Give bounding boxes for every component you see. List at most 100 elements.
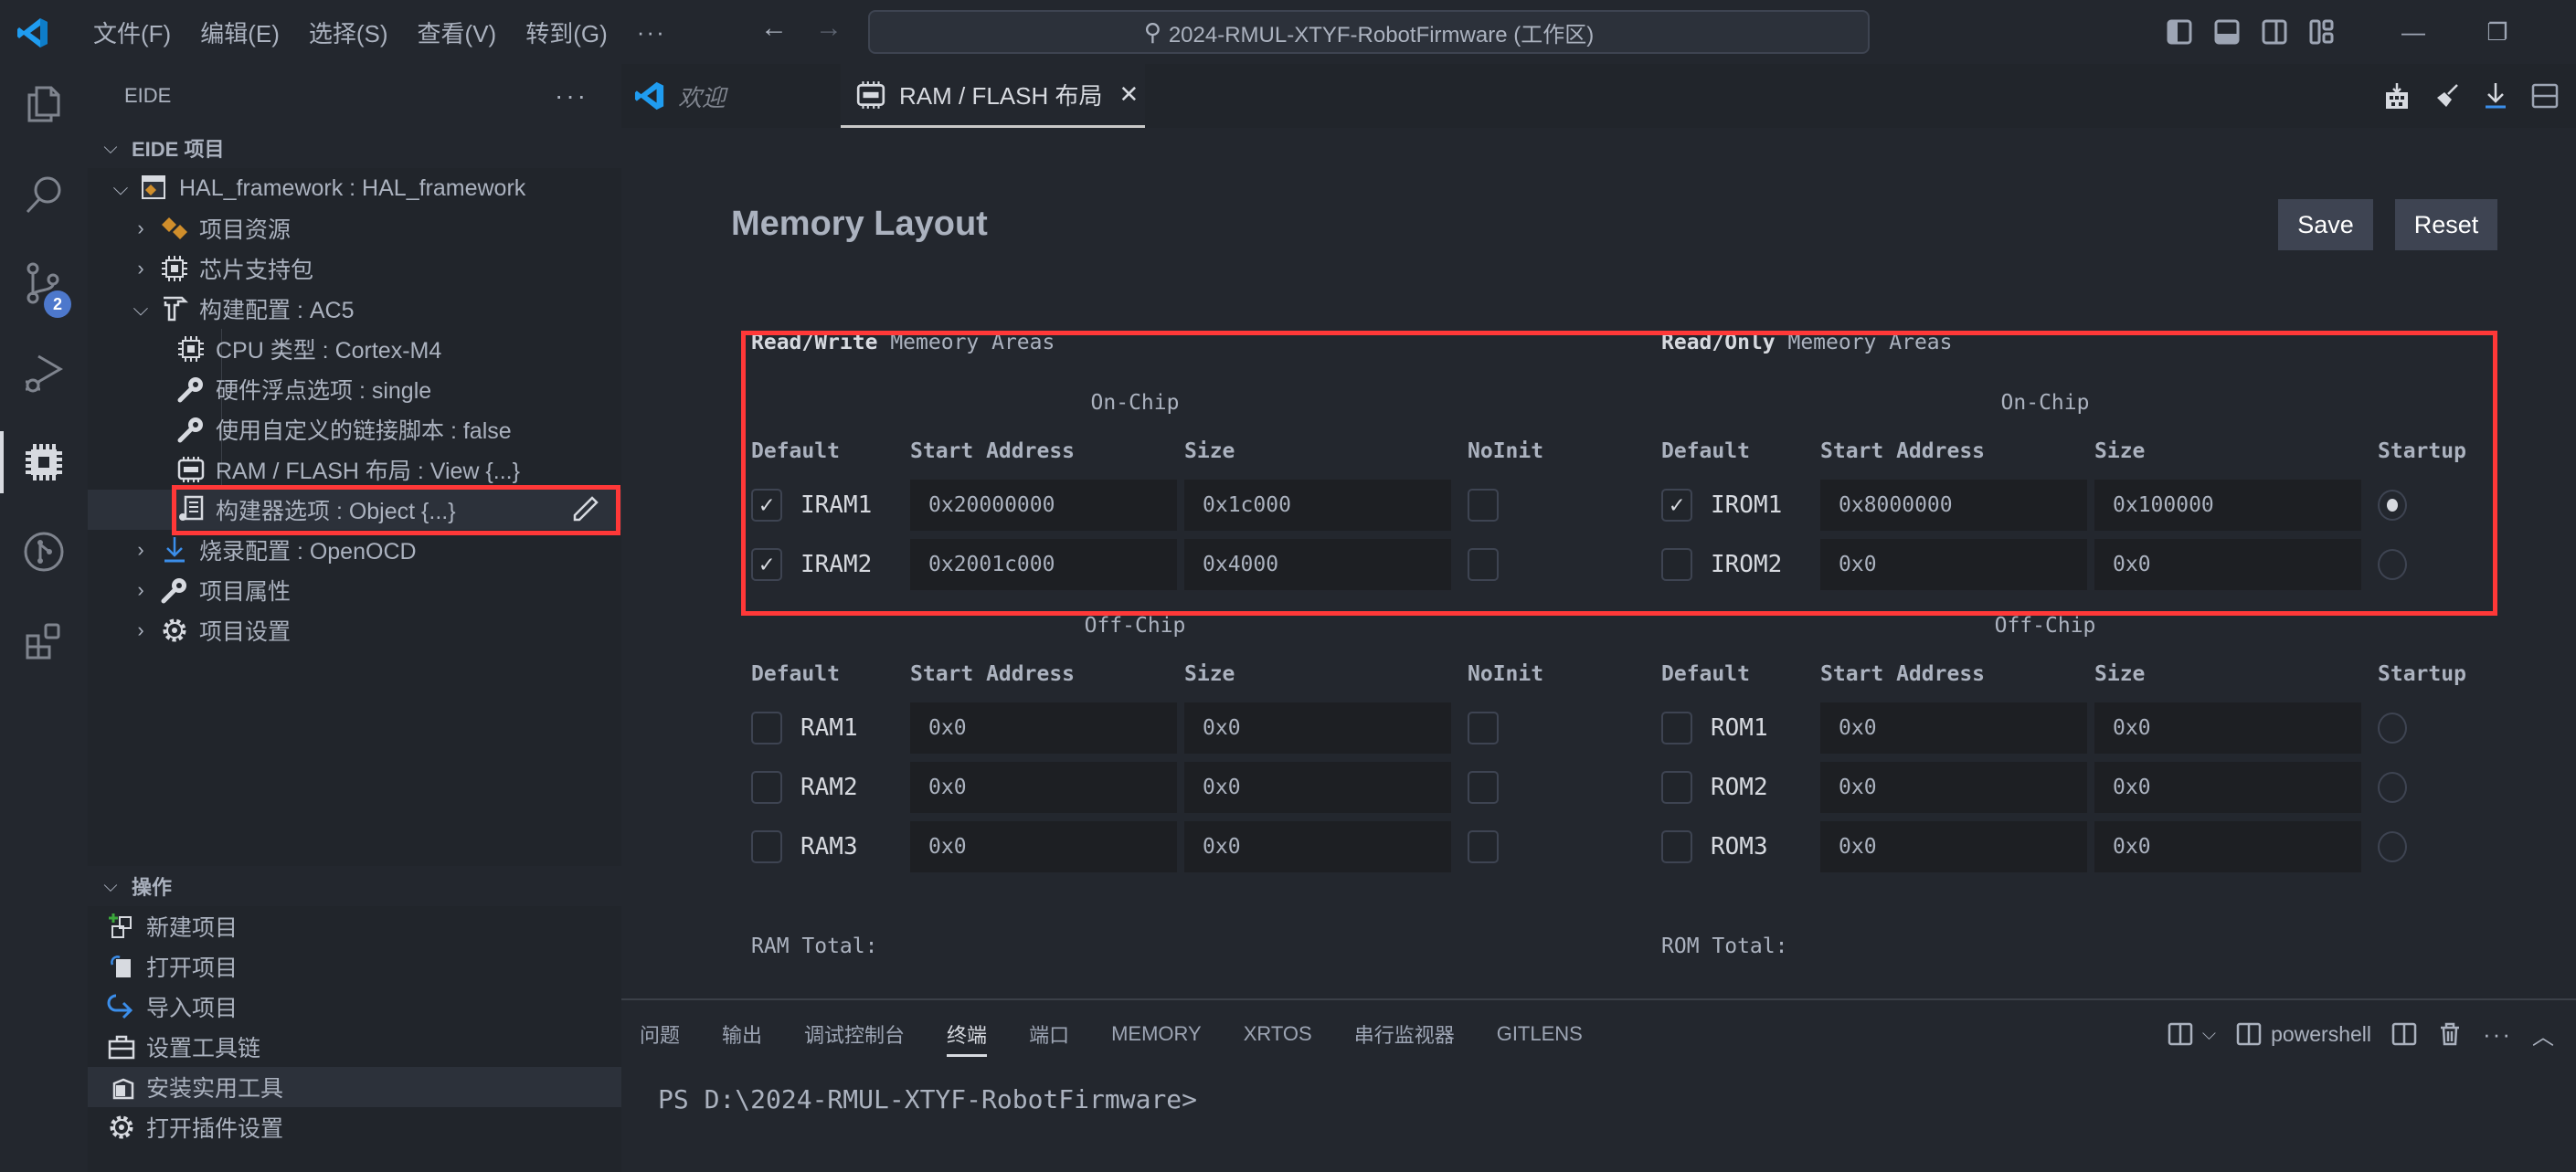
activity-search[interactable]: [0, 153, 88, 234]
new-terminal-split-icon[interactable]: [2168, 1021, 2193, 1047]
panel-tab-gitlens[interactable]: GITLENS: [1497, 1000, 1583, 1068]
panel-tab-ports[interactable]: 端口: [1029, 1000, 1069, 1068]
noinit-checkbox[interactable]: [1468, 547, 1499, 581]
startup-radio[interactable]: [2378, 712, 2407, 744]
size-input[interactable]: [1184, 538, 1451, 590]
toggle-panel-icon[interactable]: [2214, 19, 2240, 45]
op-import-project[interactable]: 导入项目: [88, 987, 621, 1027]
activity-run-debug[interactable]: [0, 333, 88, 413]
menu-edit[interactable]: 编辑(E): [186, 8, 294, 56]
clean-broom-icon[interactable]: [2432, 81, 2461, 111]
minimize-button[interactable]: —: [2371, 0, 2455, 64]
tree-item-resources[interactable]: › 项目资源: [88, 208, 621, 248]
panel-tab-serial-monitor[interactable]: 串行监视器: [1354, 1000, 1455, 1068]
size-input[interactable]: [1184, 820, 1451, 872]
op-install-tools[interactable]: 安装实用工具: [88, 1067, 621, 1107]
tree-item-custom-linker[interactable]: 使用自定义的链接脚本 : false: [88, 409, 621, 449]
startup-radio[interactable]: [2378, 771, 2407, 803]
trash-icon[interactable]: [2437, 1021, 2463, 1047]
chevron-down-icon[interactable]: ⌵: [2202, 1024, 2216, 1045]
build-icon[interactable]: [2382, 81, 2412, 111]
default-checkbox[interactable]: [1661, 711, 1692, 744]
start-address-input[interactable]: [1820, 761, 2087, 813]
activity-source-control[interactable]: 2: [0, 243, 88, 323]
sidebar-more-icon[interactable]: ···: [555, 81, 588, 111]
download-flash-icon[interactable]: [2481, 81, 2510, 111]
op-setup-toolchain[interactable]: 设置工具链: [88, 1027, 621, 1067]
menu-go[interactable]: 转到(G): [511, 8, 622, 56]
tree-item-chip-package[interactable]: › 芯片支持包: [88, 248, 621, 289]
edit-pencil-icon[interactable]: [570, 495, 599, 524]
default-checkbox[interactable]: [1661, 770, 1692, 804]
default-checkbox[interactable]: [1661, 829, 1692, 863]
split-editor-icon[interactable]: [2530, 81, 2560, 111]
toggle-secondary-sidebar-icon[interactable]: [2262, 19, 2287, 45]
panel-tab-xrtos[interactable]: XRTOS: [1244, 1000, 1312, 1068]
menu-view[interactable]: 查看(V): [403, 8, 512, 56]
tab-welcome[interactable]: 欢迎: [621, 64, 841, 128]
terminal-name[interactable]: powershell: [2271, 1022, 2371, 1047]
start-address-input[interactable]: [1820, 702, 2087, 754]
start-address-input[interactable]: [910, 761, 1177, 813]
start-address-input[interactable]: [1820, 538, 2087, 590]
panel-tab-problems[interactable]: 问题: [640, 1000, 680, 1068]
size-input[interactable]: [1184, 761, 1451, 813]
panel-tab-output[interactable]: 输出: [722, 1000, 762, 1068]
restore-button[interactable]: ❐: [2455, 0, 2539, 64]
activity-eide[interactable]: [0, 422, 88, 502]
tree-item-flash-config[interactable]: › 烧录配置 : OpenOCD: [88, 530, 621, 570]
maximize-panel-icon[interactable]: ︿: [2532, 1019, 2554, 1051]
tree-item-builder-options[interactable]: 构建器选项 : Object {...}: [88, 490, 621, 530]
op-open-plugin-settings[interactable]: 打开插件设置: [88, 1107, 621, 1147]
section-operations[interactable]: ⌵ 操作: [88, 866, 621, 906]
panel-tab-debug-console[interactable]: 调试控制台: [804, 1000, 905, 1068]
default-checkbox[interactable]: [751, 770, 782, 804]
tree-item-build-config[interactable]: ⌵ 构建配置 : AC5: [88, 289, 621, 329]
activity-explorer[interactable]: [0, 64, 88, 144]
tab-ram-flash-layout[interactable]: RAM / FLASH 布局 ✕: [841, 64, 1145, 128]
tree-item-project-properties[interactable]: › 项目属性: [88, 570, 621, 610]
menu-more[interactable]: ···: [622, 8, 681, 56]
start-address-input[interactable]: [910, 702, 1177, 754]
noinit-checkbox[interactable]: [1468, 829, 1499, 863]
menu-selection[interactable]: 选择(S): [294, 8, 403, 56]
size-input[interactable]: [2094, 479, 2361, 531]
menu-file[interactable]: 文件(F): [79, 8, 186, 56]
forward-arrow-icon[interactable]: →: [815, 13, 843, 44]
size-input[interactable]: [2094, 820, 2361, 872]
panel-tab-memory[interactable]: MEMORY: [1111, 1000, 1202, 1068]
tree-item-cpu-type[interactable]: CPU 类型 : Cortex-M4: [88, 329, 621, 369]
split-terminal-icon[interactable]: [2391, 1021, 2417, 1047]
command-center[interactable]: ⚲ 2024-RMUL-XTYF-RobotFirmware (工作区): [868, 10, 1870, 54]
tree-item-project-settings[interactable]: › 项目设置: [88, 610, 621, 650]
start-address-input[interactable]: [910, 538, 1177, 590]
activity-git-graph[interactable]: [0, 512, 88, 592]
default-checkbox[interactable]: [751, 711, 782, 744]
close-tab-icon[interactable]: ✕: [1118, 80, 1139, 109]
back-arrow-icon[interactable]: ←: [760, 13, 788, 44]
customize-layout-icon[interactable]: [2309, 19, 2335, 45]
save-button[interactable]: Save: [2278, 199, 2373, 250]
toggle-primary-sidebar-icon[interactable]: [2167, 19, 2192, 45]
start-address-input[interactable]: [910, 479, 1177, 531]
default-checkbox[interactable]: ✓: [751, 547, 782, 581]
default-checkbox[interactable]: ✓: [1661, 488, 1692, 522]
start-address-input[interactable]: [910, 820, 1177, 872]
tree-item-project[interactable]: ⌵ HAL_framework : HAL_framework: [88, 168, 621, 208]
tree-item-ram-flash-layout[interactable]: RAM / FLASH 布局 : View {...}: [88, 449, 621, 490]
op-open-project[interactable]: 打开项目: [88, 946, 621, 987]
start-address-input[interactable]: [1820, 479, 2087, 531]
panel-more-icon[interactable]: ···: [2483, 1020, 2512, 1049]
startup-radio[interactable]: [2378, 830, 2407, 862]
reset-button[interactable]: Reset: [2395, 199, 2497, 250]
tree-item-fpu-option[interactable]: 硬件浮点选项 : single: [88, 369, 621, 409]
activity-extensions[interactable]: [0, 601, 88, 681]
noinit-checkbox[interactable]: [1468, 711, 1499, 744]
section-eide-project[interactable]: ⌵ EIDE 项目: [88, 128, 621, 168]
op-new-project[interactable]: 新建项目: [88, 906, 621, 946]
noinit-checkbox[interactable]: [1468, 770, 1499, 804]
close-window-area[interactable]: [2539, 0, 2576, 64]
default-checkbox[interactable]: [1661, 547, 1692, 581]
size-input[interactable]: [1184, 702, 1451, 754]
startup-radio[interactable]: [2378, 489, 2407, 521]
